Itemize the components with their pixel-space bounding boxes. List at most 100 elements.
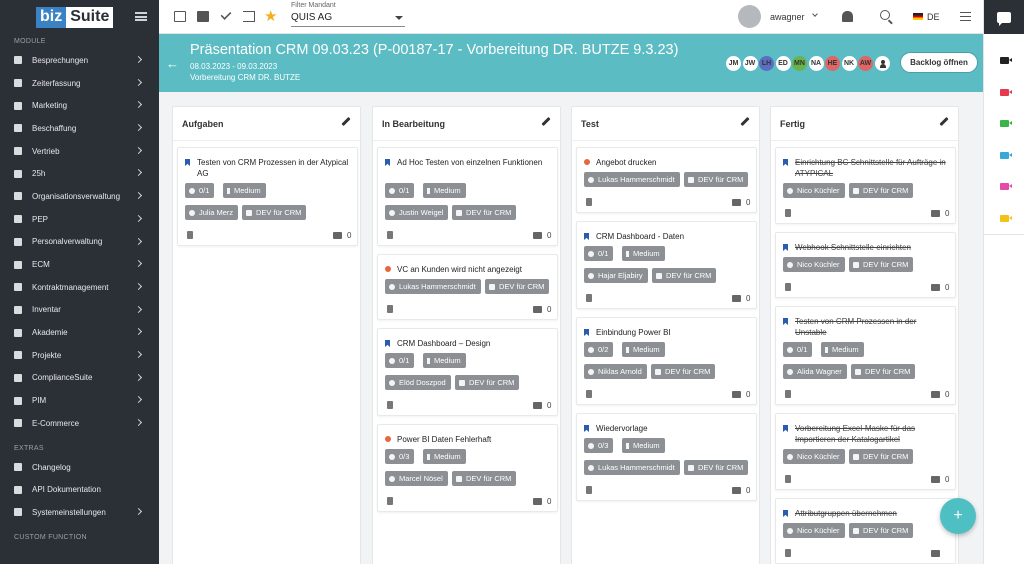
menu-toggle-icon[interactable]	[135, 12, 147, 21]
member-avatar[interactable]: NK	[840, 55, 858, 72]
edit-pencil-icon[interactable]	[541, 116, 551, 127]
comment-icon[interactable]	[732, 487, 741, 494]
label-chip[interactable]: DEV für CRM	[485, 279, 550, 294]
card-title[interactable]: Testen von CRM Prozessen in der Unstable	[783, 316, 949, 338]
comment-icon[interactable]	[533, 402, 542, 409]
chevron-down-icon[interactable]	[812, 11, 818, 17]
comment-icon[interactable]	[732, 199, 741, 206]
assignee-chip[interactable]: Niklas Arnold	[584, 364, 647, 379]
edit-pencil-icon[interactable]	[341, 116, 351, 127]
video-call-icon[interactable]	[1000, 88, 1012, 96]
card-title[interactable]: Einbindung Power BI	[584, 327, 750, 338]
language-selector[interactable]: DE	[927, 12, 940, 22]
user-avatar[interactable]	[738, 5, 761, 28]
sidebar-item[interactable]: Inventar	[0, 299, 159, 322]
edit-pencil-icon[interactable]	[939, 116, 949, 127]
label-chip[interactable]: DEV für CRM	[684, 460, 749, 475]
card-title[interactable]: Angebot drucken	[584, 157, 750, 168]
sidebar-item[interactable]: Organisationsverwaltung	[0, 185, 159, 208]
add-card-fab[interactable]: +	[940, 498, 976, 534]
mail-icon[interactable]	[174, 11, 186, 22]
sidebar-item[interactable]: PEP	[0, 208, 159, 231]
member-avatar[interactable]: MN	[791, 55, 808, 72]
card-title[interactable]: Ad Hoc Testen von einzelnen Funktionen	[385, 157, 551, 168]
member-avatar[interactable]: ED	[774, 55, 792, 72]
document-icon[interactable]	[387, 231, 393, 239]
member-avatar[interactable]: JW	[741, 55, 759, 72]
label-chip[interactable]: DEV für CRM	[684, 172, 749, 187]
sidebar-item[interactable]: Marketing	[0, 94, 159, 117]
assignee-chip[interactable]: Julia Merz	[185, 205, 239, 220]
login-icon[interactable]	[243, 11, 255, 22]
filter-mandant-select[interactable]: QUIS AG	[291, 10, 405, 27]
comment-icon[interactable]	[931, 476, 940, 483]
sidebar-extra-item[interactable]: Changelog	[0, 456, 159, 479]
task-card[interactable]: Wiedervorlage 0/3 Medium Lukas Hammerschmid…	[576, 413, 757, 501]
sidebar-item[interactable]: Vertrieb	[0, 140, 159, 163]
task-card[interactable]: Testen von CRM Prozessen in der Atypical…	[177, 147, 358, 246]
card-title[interactable]: Wiedervorlage	[584, 423, 750, 434]
card-title[interactable]: CRM Dashboard – Design	[385, 338, 551, 349]
label-chip[interactable]: DEV für CRM	[452, 471, 517, 486]
comment-icon[interactable]	[732, 391, 741, 398]
member-avatar[interactable]: LH	[758, 55, 775, 72]
video-call-icon[interactable]	[1000, 214, 1012, 222]
back-arrow-icon[interactable]: ←	[166, 56, 179, 71]
document-icon[interactable]	[586, 390, 592, 398]
member-avatar[interactable]: NA	[807, 55, 825, 72]
sidebar-item[interactable]: ComplianceSuite	[0, 367, 159, 390]
card-title[interactable]: Testen von CRM Prozessen in der Atypical…	[185, 157, 351, 179]
assignee-chip[interactable]: Marcel Nösel	[385, 471, 448, 486]
sidebar-item[interactable]: PIM	[0, 389, 159, 412]
card-title[interactable]: Power BI Daten Fehlerhaft	[385, 434, 551, 445]
assignee-chip[interactable]: Nico Küchler	[783, 183, 845, 198]
assignee-chip[interactable]: Alida Wagner	[783, 364, 847, 379]
comment-icon[interactable]	[732, 295, 741, 302]
assignee-chip[interactable]: Lukas Hammerschmidt	[584, 460, 680, 475]
favorites-star-icon[interactable]: ★	[264, 7, 277, 25]
video-call-icon[interactable]	[1000, 151, 1012, 159]
comment-icon[interactable]	[931, 210, 940, 217]
member-avatar[interactable]: AW	[857, 55, 874, 72]
sidebar-item[interactable]: Beschaffung	[0, 117, 159, 140]
document-icon[interactable]	[387, 305, 393, 313]
member-avatar[interactable]: JM	[725, 55, 742, 72]
comment-icon[interactable]	[533, 498, 542, 505]
sidebar-item[interactable]: E-Commerce	[0, 412, 159, 435]
sidebar-item[interactable]: ECM	[0, 253, 159, 276]
document-icon[interactable]	[586, 486, 592, 494]
task-card[interactable]: Einbindung Power BI 0/2 Medium Niklas Arnol…	[576, 317, 757, 405]
sidebar-item[interactable]: Besprechungen	[0, 49, 159, 72]
user-name[interactable]: awagner	[770, 12, 805, 22]
sidebar-extra-item[interactable]: API Dokumentation	[0, 478, 159, 501]
card-title[interactable]: Webhook Schnittstelle einrichten	[783, 242, 949, 253]
card-title[interactable]: CRM Dashboard - Daten	[584, 231, 750, 242]
label-chip[interactable]: DEV für CRM	[851, 364, 916, 379]
assignee-chip[interactable]: Justin Weigel	[385, 205, 449, 220]
assignee-chip[interactable]: Nico Küchler	[783, 257, 845, 272]
sidebar-item[interactable]: Zeiterfassung	[0, 72, 159, 95]
label-chip[interactable]: DEV für CRM	[849, 257, 914, 272]
assignee-chip[interactable]: Hajar Eljabiry	[584, 268, 648, 283]
label-chip[interactable]: DEV für CRM	[849, 449, 914, 464]
card-title[interactable]: VC an Kunden wird nicht angezeigt	[385, 264, 551, 275]
sidebar-item[interactable]: Personalverwaltung	[0, 231, 159, 254]
comment-icon[interactable]	[533, 306, 542, 313]
task-card[interactable]: Testen von CRM Prozessen in der Unstable…	[775, 306, 956, 405]
task-card[interactable]: Vorbereitung Excel-Maske für das Importi…	[775, 413, 956, 490]
document-icon[interactable]	[785, 283, 791, 291]
label-chip[interactable]: DEV für CRM	[242, 205, 307, 220]
label-chip[interactable]: DEV für CRM	[452, 205, 517, 220]
task-card[interactable]: Attributgruppen übernehmen Nico Küchler DE…	[775, 498, 956, 564]
video-call-icon[interactable]	[1000, 183, 1012, 190]
document-icon[interactable]	[785, 549, 791, 557]
video-call-icon[interactable]	[1000, 120, 1012, 127]
video-call-icon[interactable]	[1000, 57, 1012, 64]
german-flag-icon[interactable]	[913, 13, 923, 20]
label-chip[interactable]: DEV für CRM	[652, 268, 717, 283]
task-card[interactable]: Ad Hoc Testen von einzelnen Funktionen 0/…	[377, 147, 558, 246]
task-card[interactable]: CRM Dashboard - Daten 0/1 Medium Hajar Elja…	[576, 221, 757, 309]
contacts-icon[interactable]	[197, 11, 209, 22]
backlog-open-button[interactable]: Backlog öffnen	[900, 52, 978, 73]
member-avatar[interactable]: HE	[824, 55, 841, 72]
